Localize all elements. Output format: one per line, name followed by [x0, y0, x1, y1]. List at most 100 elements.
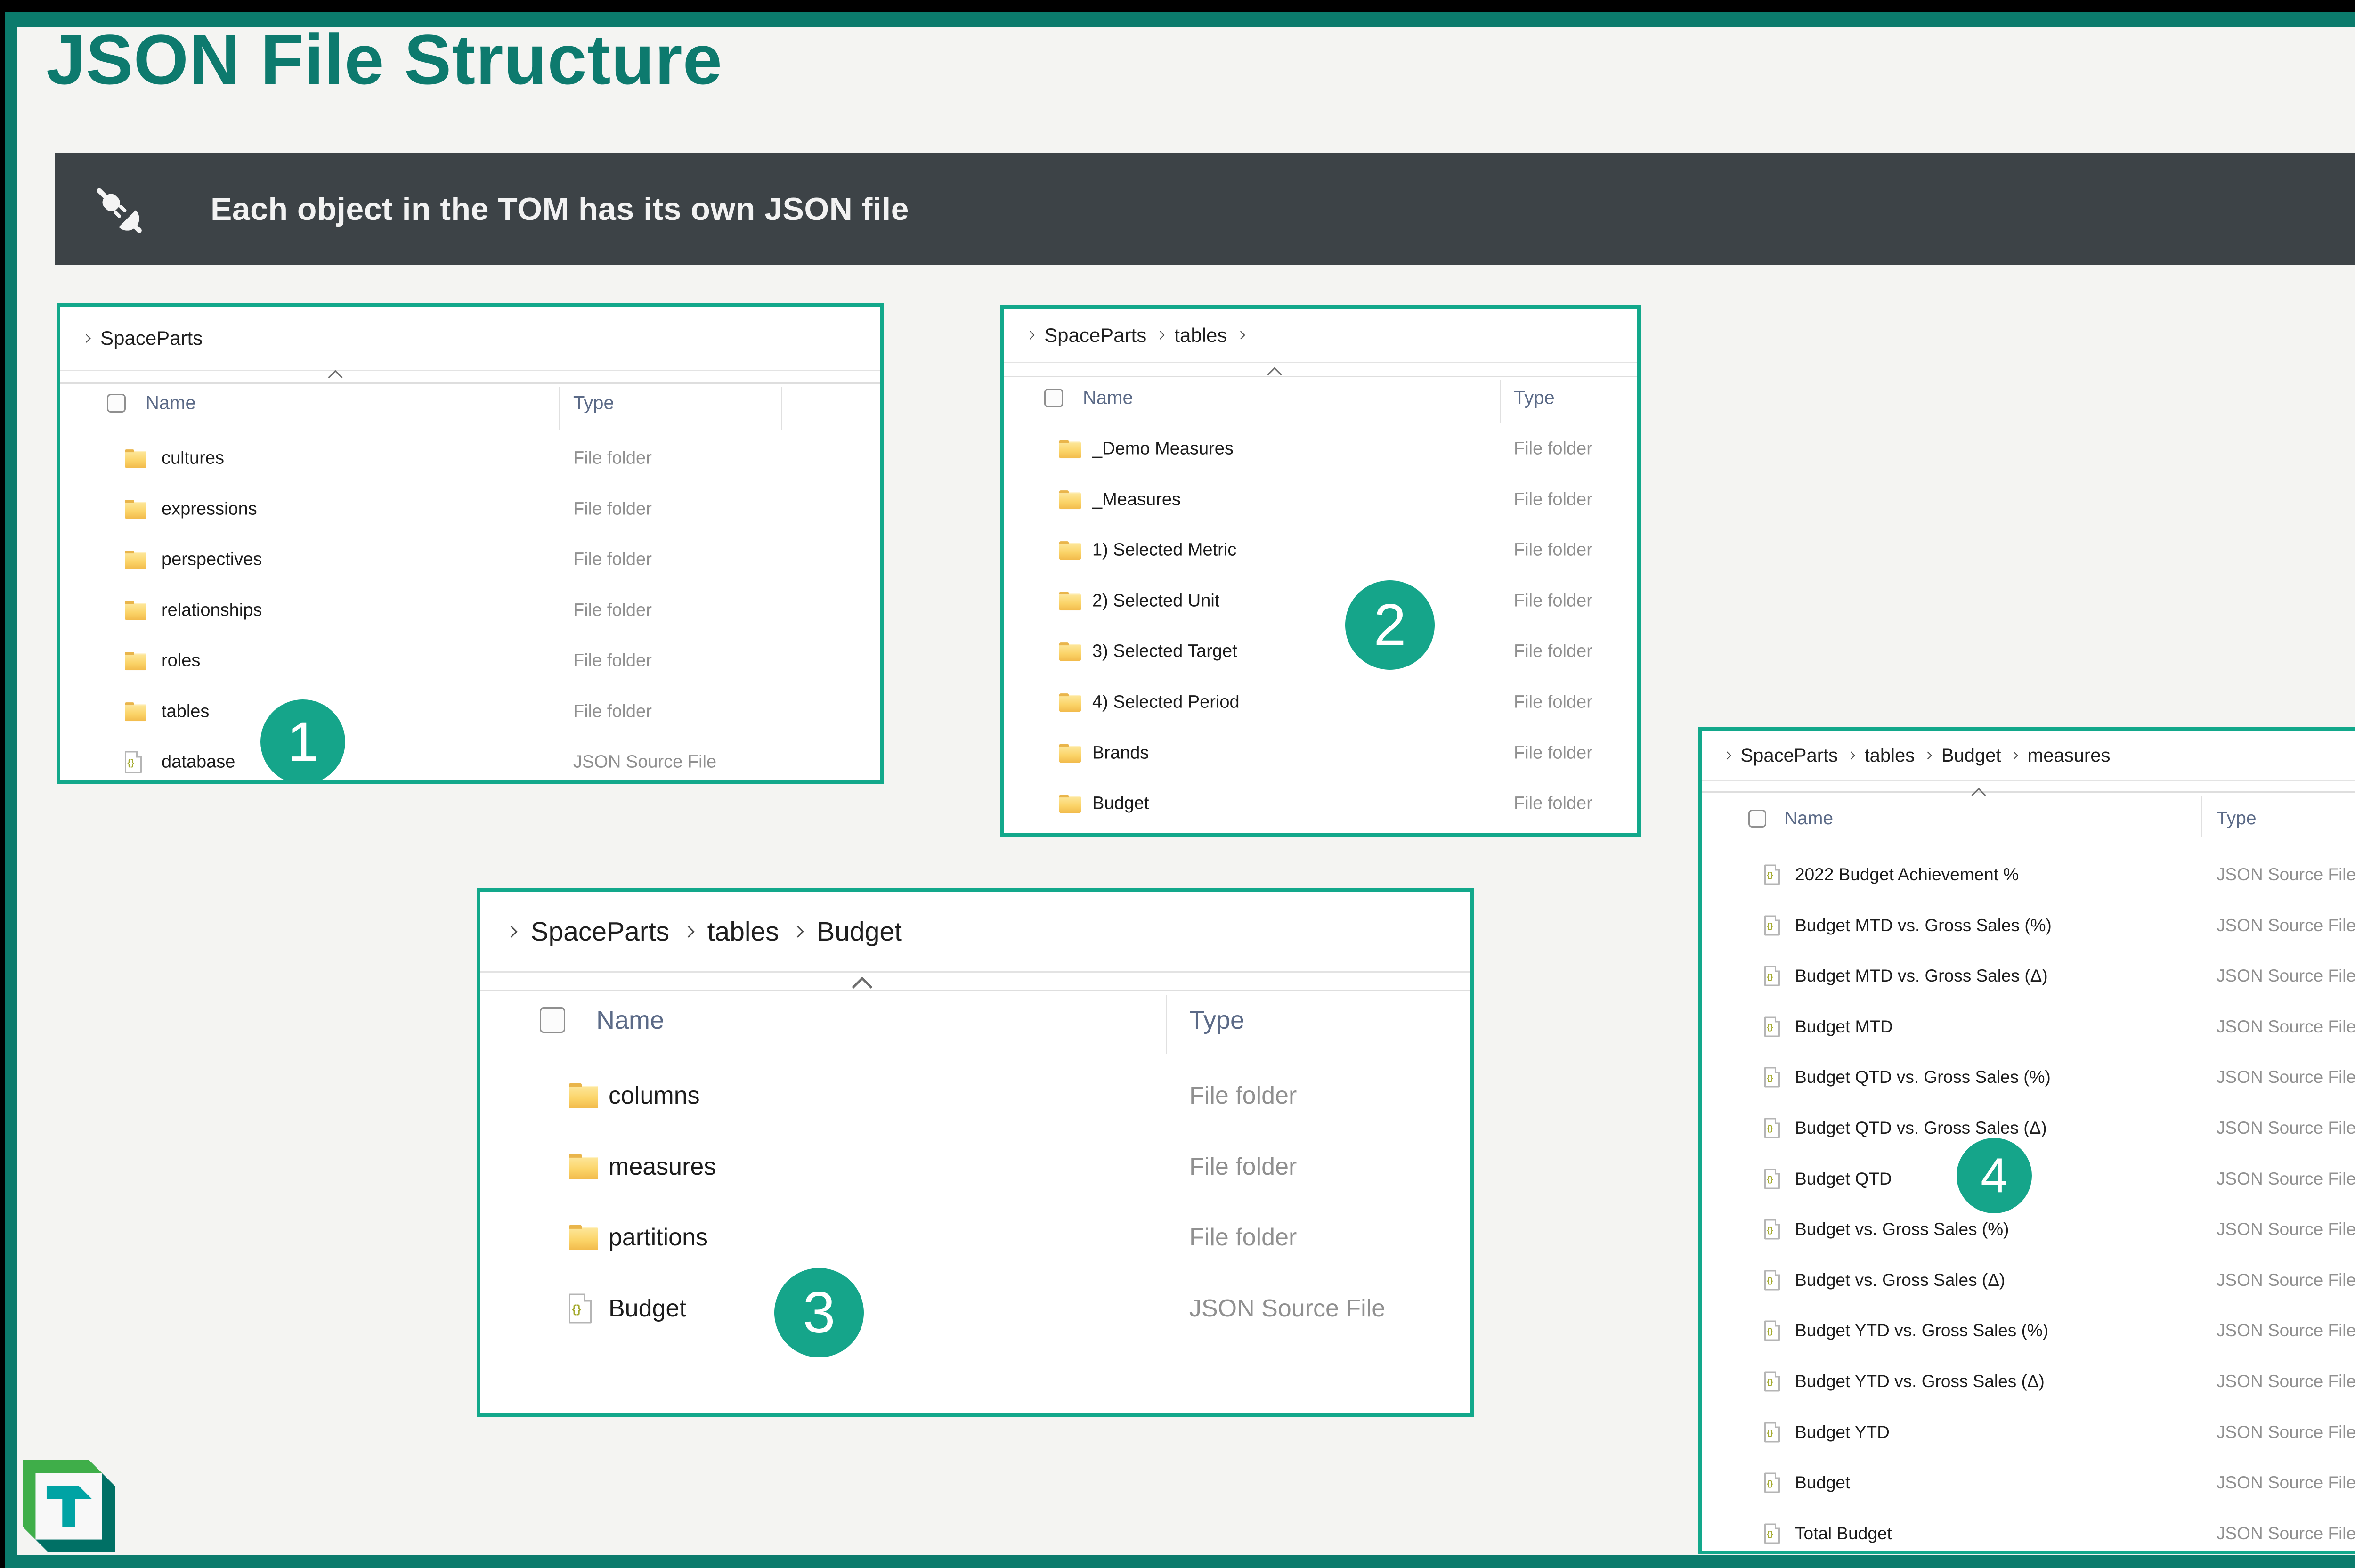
select-all-checkbox[interactable] [1044, 389, 1063, 407]
chevron-right-icon [1156, 331, 1165, 340]
file-type: File folder [1514, 743, 1592, 763]
file-name: Budget vs. Gross Sales (%) [1795, 1219, 2009, 1239]
file-row[interactable]: Budget File folder [1004, 778, 1637, 829]
folder-icon [1059, 541, 1081, 560]
breadcrumb-item[interactable]: SpaceParts [1740, 745, 1838, 766]
file-row[interactable]: tables File folder [60, 686, 880, 737]
file-row[interactable]: 4) Selected Period File folder [1004, 677, 1637, 728]
breadcrumb-item[interactable]: tables [707, 916, 779, 947]
file-row[interactable]: relationships File folder [60, 585, 880, 636]
file-row[interactable]: {} Budget JSON Source File [480, 1273, 1470, 1344]
folder-icon [1059, 592, 1081, 610]
file-row[interactable]: partitions File folder [480, 1202, 1470, 1273]
file-row[interactable]: 3) Selected Target File folder [1004, 626, 1637, 677]
file-name: _Demo Measures [1092, 439, 1234, 459]
file-row[interactable]: {} Budget MTD vs. Gross Sales (Δ) JSON Sou… [1702, 951, 2355, 1001]
json-file-icon: {} [1764, 1422, 1780, 1443]
json-file-icon: {} [1764, 864, 1780, 885]
json-file-icon: {} [1764, 966, 1780, 986]
file-row[interactable]: perspectives File folder [60, 534, 880, 585]
file-name: Budget YTD vs. Gross Sales (%) [1795, 1321, 2049, 1341]
json-file-icon: {} [1764, 915, 1780, 936]
file-row[interactable]: Brands File folder [1004, 728, 1637, 779]
column-header-type[interactable]: Type [2217, 808, 2257, 829]
file-row[interactable]: {} database JSON Source File [60, 737, 880, 788]
slide: JSON File Structure Each object in the T… [0, 0, 2355, 1568]
file-name: Total Budget [1795, 1523, 1892, 1543]
breadcrumb-item[interactable]: measures [2028, 745, 2111, 766]
column-header-type[interactable]: Type [1514, 388, 1555, 409]
file-row[interactable]: 1) Selected Metric File folder [1004, 525, 1637, 576]
breadcrumb-item[interactable]: tables [1174, 324, 1227, 347]
folder-icon [1059, 693, 1081, 712]
column-header-name[interactable]: Name [1083, 388, 1133, 409]
file-type: JSON Source File [2217, 1321, 2355, 1341]
step-badge-4: 4 [1957, 1138, 2032, 1213]
file-type: JSON Source File [573, 752, 717, 772]
json-file-icon: {} [1764, 1320, 1780, 1341]
breadcrumb-item[interactable]: Budget [817, 916, 902, 947]
file-row[interactable]: _Demo Measures File folder [1004, 423, 1637, 474]
file-name: Budget MTD [1795, 1016, 1893, 1036]
breadcrumb-item[interactable]: tables [1865, 745, 1915, 766]
file-type: JSON Source File [2217, 1270, 2355, 1290]
chevron-right-icon [682, 926, 695, 938]
file-type: File folder [573, 701, 652, 721]
column-header-name[interactable]: Name [1784, 808, 1833, 829]
file-row[interactable]: {} Budget YTD JSON Source File [1702, 1407, 2355, 1458]
file-row[interactable]: {} Budget QTD vs. Gross Sales (%) JSON Sou… [1702, 1052, 2355, 1103]
file-row[interactable]: {} Budget vs. Gross Sales (Δ) JSON Source … [1702, 1255, 2355, 1306]
file-type: JSON Source File [2217, 915, 2355, 935]
select-all-checkbox[interactable] [1748, 810, 1766, 828]
json-file-icon: {} [1764, 1169, 1780, 1189]
file-row[interactable]: _Measures File folder [1004, 474, 1637, 525]
breadcrumb-item[interactable]: SpaceParts [100, 327, 203, 349]
column-header-name[interactable]: Name [596, 1006, 664, 1035]
file-row[interactable]: 2) Selected Unit File folder [1004, 576, 1637, 626]
file-row[interactable]: {} Total Budget JSON Source File [1702, 1508, 2355, 1559]
file-row[interactable]: {} Budget MTD vs. Gross Sales (%) JSON Sou… [1702, 900, 2355, 951]
chevron-right-icon [1026, 331, 1035, 340]
json-braces-glyph: {} [572, 1302, 581, 1316]
json-file-icon: {} [1764, 1067, 1780, 1088]
file-row[interactable]: columns File folder [480, 1060, 1470, 1131]
file-row[interactable]: measures File folder [480, 1131, 1470, 1202]
file-type: JSON Source File [2217, 1118, 2355, 1137]
file-row[interactable]: {} Budget JSON Source File [1702, 1457, 2355, 1508]
breadcrumb-item[interactable]: SpaceParts [1044, 324, 1146, 347]
divider [1702, 780, 2355, 781]
banner-text: Each object in the TOM has its own JSON … [211, 191, 910, 227]
json-braces-glyph: {} [1767, 870, 1773, 880]
explorer-panel-3: SpaceParts tables Budget Name Type columns Fil… [477, 888, 1474, 1417]
file-row[interactable]: {} Budget vs. Gross Sales (%) JSON Source … [1702, 1204, 2355, 1255]
column-header-type[interactable]: Type [1189, 1006, 1244, 1035]
chevron-right-icon [1924, 751, 1933, 760]
json-braces-glyph: {} [1767, 1023, 1773, 1032]
file-type: File folder [1514, 489, 1592, 510]
file-name: Budget QTD vs. Gross Sales (%) [1795, 1067, 2051, 1087]
file-name: Budget MTD vs. Gross Sales (Δ) [1795, 966, 2048, 986]
file-row[interactable]: {} Budget YTD vs. Gross Sales (Δ) JSON Sou… [1702, 1356, 2355, 1407]
file-row[interactable]: cultures File folder [60, 433, 880, 484]
column-header-type[interactable]: Type [573, 393, 614, 414]
file-name: 2) Selected Unit [1092, 591, 1220, 611]
breadcrumb-item[interactable]: SpaceParts [531, 916, 670, 947]
select-all-checkbox[interactable] [540, 1007, 565, 1033]
file-type: File folder [1514, 439, 1592, 459]
json-braces-glyph: {} [1767, 1073, 1773, 1082]
file-type: JSON Source File [2217, 966, 2355, 986]
file-row[interactable]: expressions File folder [60, 484, 880, 535]
breadcrumb-item[interactable]: Budget [1941, 745, 2001, 766]
column-header-name[interactable]: Name [146, 393, 196, 414]
select-all-checkbox[interactable] [107, 394, 126, 413]
json-file-icon: {} [1764, 1472, 1780, 1493]
file-row[interactable]: {} Budget MTD JSON Source File [1702, 1001, 2355, 1052]
folder-icon [125, 500, 146, 519]
file-row[interactable]: {} Budget YTD vs. Gross Sales (%) JSON Sou… [1702, 1306, 2355, 1357]
file-row[interactable]: roles File folder [60, 635, 880, 686]
sort-ascending-icon [1267, 367, 1282, 382]
file-name: columns [609, 1082, 700, 1109]
file-name: perspectives [162, 549, 262, 569]
file-row[interactable]: {} 2022 Budget Achievement % JSON Source F… [1702, 849, 2355, 900]
file-row[interactable]: {} Budget QTD vs. Gross Sales (Δ) JSON Sou… [1702, 1103, 2355, 1154]
